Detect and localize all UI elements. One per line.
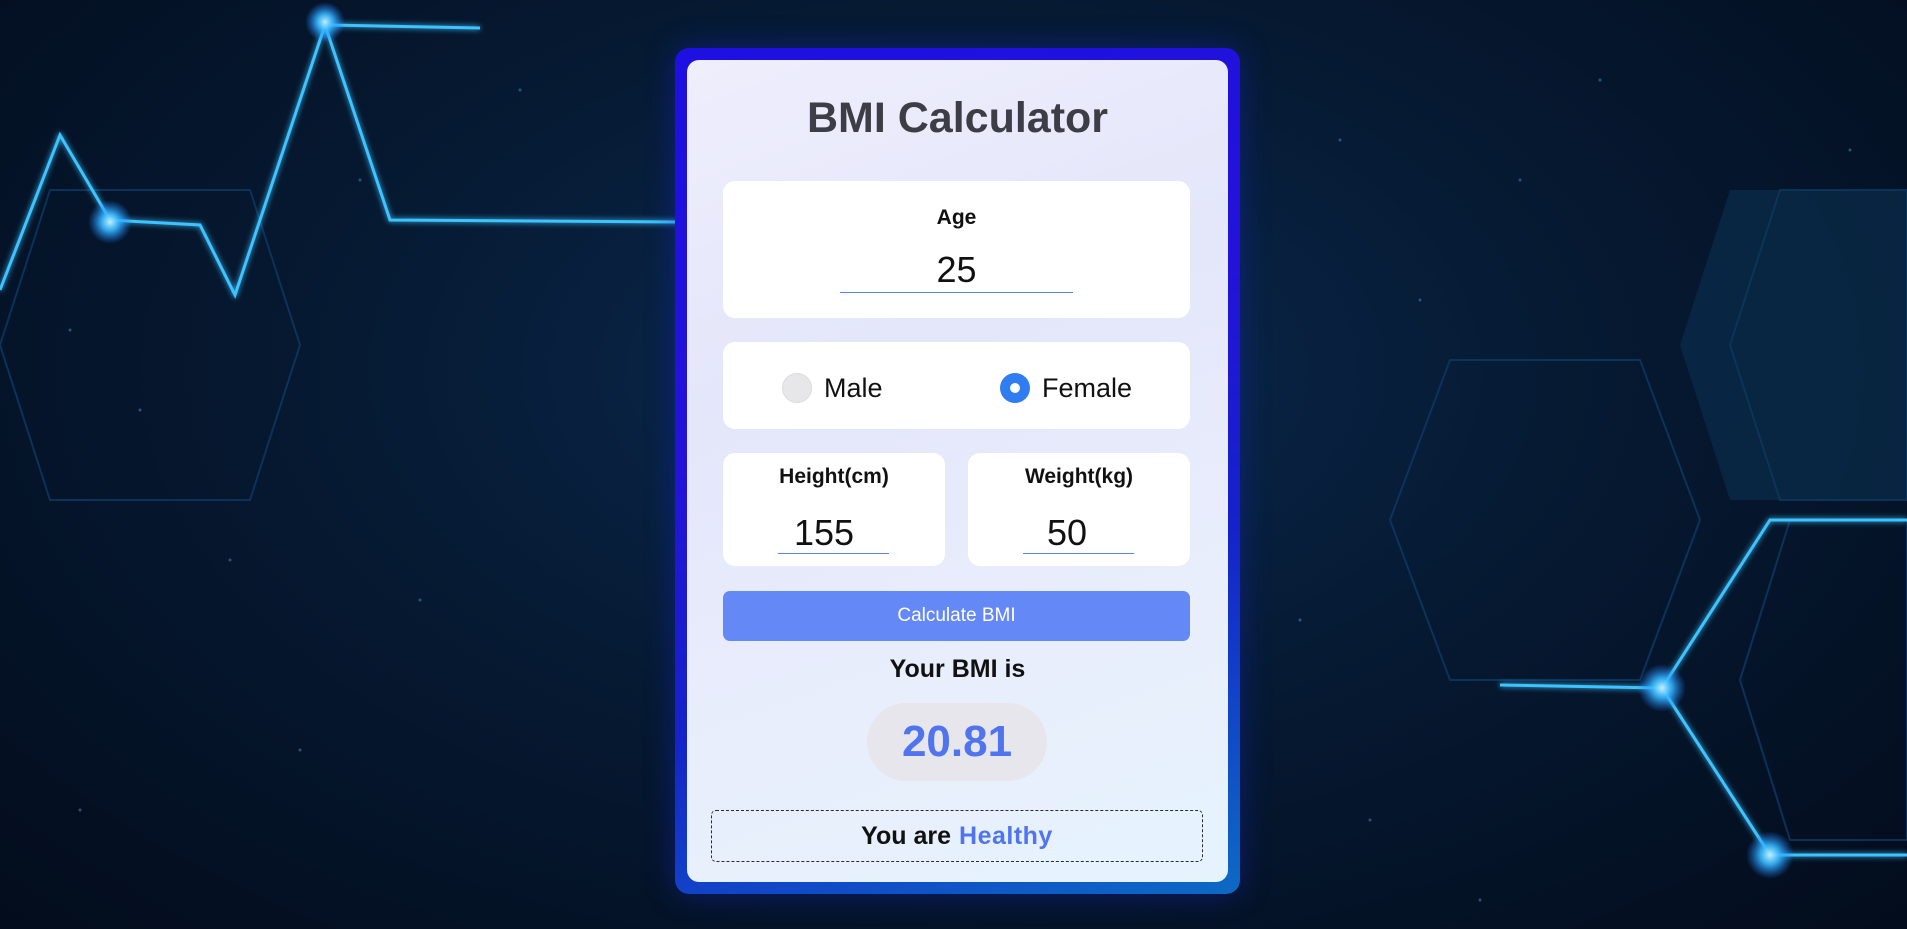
height-label: Height(cm) <box>779 465 889 488</box>
bmi-value-badge: 20.81 <box>867 703 1047 781</box>
gender-female-label: Female <box>1042 372 1133 403</box>
gender-option-female[interactable]: Female <box>1000 373 1132 403</box>
gender-panel: Male Female <box>723 342 1190 429</box>
age-label: Age <box>936 206 977 229</box>
page-title: BMI Calculator <box>806 94 1109 142</box>
gender-male-label: Male <box>824 372 883 403</box>
gender-option-male[interactable]: Male <box>782 373 883 403</box>
bmi-value: 20.81 <box>901 717 1013 766</box>
height-panel: Height(cm) <box>723 453 945 566</box>
calculator-frame: BMI Calculator Age Male Female Height(cm… <box>675 48 1240 894</box>
radio-unchecked-icon[interactable] <box>782 373 812 403</box>
calculate-bmi-button[interactable]: Calculate BMI <box>723 591 1190 641</box>
calculator-card: BMI Calculator Age Male Female Height(cm… <box>687 60 1228 882</box>
age-input[interactable] <box>840 248 1073 293</box>
age-panel: Age <box>723 181 1190 318</box>
radio-checked-icon[interactable] <box>1000 373 1030 403</box>
height-input[interactable] <box>778 512 889 554</box>
weight-panel: Weight(kg) <box>968 453 1190 566</box>
weight-label: Weight(kg) <box>1024 465 1134 488</box>
status-word: Healthy <box>959 821 1053 850</box>
status-prefix: You are <box>861 821 952 850</box>
bmi-status-box: You are Healthy <box>711 810 1203 862</box>
bmi-result-label: Your BMI is <box>889 655 1026 683</box>
weight-input[interactable] <box>1023 512 1134 554</box>
hex-shade <box>1680 190 1907 500</box>
